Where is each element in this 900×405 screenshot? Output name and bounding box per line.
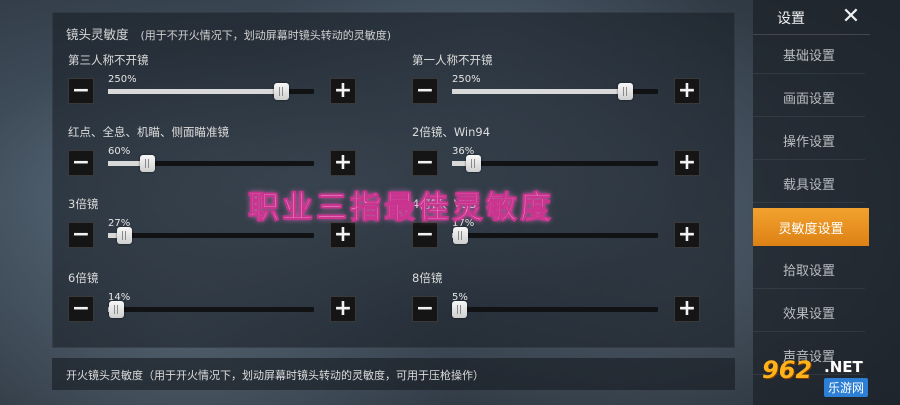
slider-value: 250%	[452, 74, 481, 85]
increase-button[interactable]: +	[330, 296, 356, 322]
slider-label: 红点、全息、机瞄、侧面瞄准镜	[68, 125, 229, 139]
slider-label: 3倍镜	[68, 197, 99, 211]
watermark-logo: 962	[762, 356, 813, 384]
overlay-caption: 职业三指最佳灵敏度	[248, 190, 554, 227]
slider-track[interactable]	[108, 227, 314, 244]
sidebar-item-graphics[interactable]: 画面设置	[753, 79, 865, 117]
slider-thumb[interactable]	[452, 301, 467, 318]
increase-button[interactable]: +	[674, 150, 700, 176]
slider-track[interactable]	[108, 155, 314, 172]
decrease-button[interactable]: −	[68, 222, 94, 248]
slider-thumb[interactable]	[274, 83, 289, 100]
sidebar-item-pickup[interactable]: 拾取设置	[753, 251, 865, 289]
slider-track[interactable]	[108, 301, 314, 318]
decrease-button[interactable]: −	[68, 78, 94, 104]
sidebar-item-sensitivity[interactable]: 灵敏度设置	[753, 208, 869, 246]
slider-red-dot-holo: 红点、全息、机瞄、侧面瞄准镜 − 60% +	[68, 124, 358, 184]
settings-sidebar: 设置 ✕ 基础设置 画面设置 操作设置 载具设置 灵敏度设置 拾取设置 效果设置…	[753, 0, 900, 405]
sidebar-item-vehicle[interactable]: 载具设置	[753, 165, 865, 203]
slider-thumb[interactable]	[618, 83, 633, 100]
slider-track[interactable]	[452, 301, 658, 318]
slider-8x-scope: 8倍镜 − 5% +	[412, 270, 702, 330]
decrease-button[interactable]: −	[412, 296, 438, 322]
close-icon[interactable]: ✕	[839, 4, 863, 30]
slider-value: 60%	[108, 146, 131, 157]
slider-track[interactable]	[108, 83, 314, 100]
sidebar-title: 设置	[777, 11, 805, 27]
section-note: (用于不开火情况下，划动屏幕时镜头转动的灵敏度)	[140, 29, 392, 42]
slider-label: 第一人称不开镜	[412, 53, 493, 67]
sidebar-item-effects[interactable]: 效果设置	[753, 294, 865, 332]
slider-fill	[108, 89, 281, 94]
increase-button[interactable]: +	[330, 150, 356, 176]
increase-button[interactable]: +	[674, 296, 700, 322]
slider-track[interactable]	[452, 227, 658, 244]
fire-sensitivity-label: 开火镜头灵敏度（用于开火情况下，划动屏幕时镜头转动的灵敏度，可用于压枪操作）	[66, 369, 484, 382]
slider-thumb[interactable]	[140, 155, 155, 172]
slider-third-person-no-scope: 第三人称不开镜 − 250% +	[68, 52, 358, 112]
slider-thumb[interactable]	[466, 155, 481, 172]
section-header: 镜头灵敏度 (用于不开火情况下，划动屏幕时镜头转动的灵敏度)	[66, 24, 391, 43]
slider-track[interactable]	[452, 155, 658, 172]
decrease-button[interactable]: −	[68, 296, 94, 322]
sidebar-divider	[753, 34, 870, 35]
sidebar-item-controls[interactable]: 操作设置	[753, 122, 865, 160]
decrease-button[interactable]: −	[412, 78, 438, 104]
slider-thumb[interactable]	[117, 227, 132, 244]
slider-first-person-no-scope: 第一人称不开镜 − 250% +	[412, 52, 702, 112]
slider-track[interactable]	[452, 83, 658, 100]
slider-2x-scope: 2倍镜、Win94 − 36% +	[412, 124, 702, 184]
slider-thumb[interactable]	[453, 227, 468, 244]
fire-sensitivity-section[interactable]: 开火镜头灵敏度（用于开火情况下，划动屏幕时镜头转动的灵敏度，可用于压枪操作）	[52, 358, 735, 390]
increase-button[interactable]: +	[330, 78, 356, 104]
decrease-button[interactable]: −	[68, 150, 94, 176]
slider-6x-scope: 6倍镜 − 14% +	[68, 270, 358, 330]
slider-fill	[452, 89, 625, 94]
slider-thumb[interactable]	[109, 301, 124, 318]
increase-button[interactable]: +	[674, 78, 700, 104]
section-title: 镜头灵敏度	[66, 27, 129, 42]
slider-label: 6倍镜	[68, 271, 99, 285]
increase-button[interactable]: +	[674, 222, 700, 248]
slider-label: 2倍镜、Win94	[412, 125, 491, 139]
decrease-button[interactable]: −	[412, 150, 438, 176]
slider-label: 8倍镜	[412, 271, 443, 285]
slider-label: 第三人称不开镜	[68, 53, 149, 67]
slider-value: 250%	[108, 74, 137, 85]
watermark-net: .NET	[824, 358, 863, 376]
watermark-site-name: 乐游网	[824, 378, 869, 397]
site-watermark: 962 .NET 乐游网	[762, 356, 898, 400]
sidebar-item-basic[interactable]: 基础设置	[753, 36, 865, 74]
